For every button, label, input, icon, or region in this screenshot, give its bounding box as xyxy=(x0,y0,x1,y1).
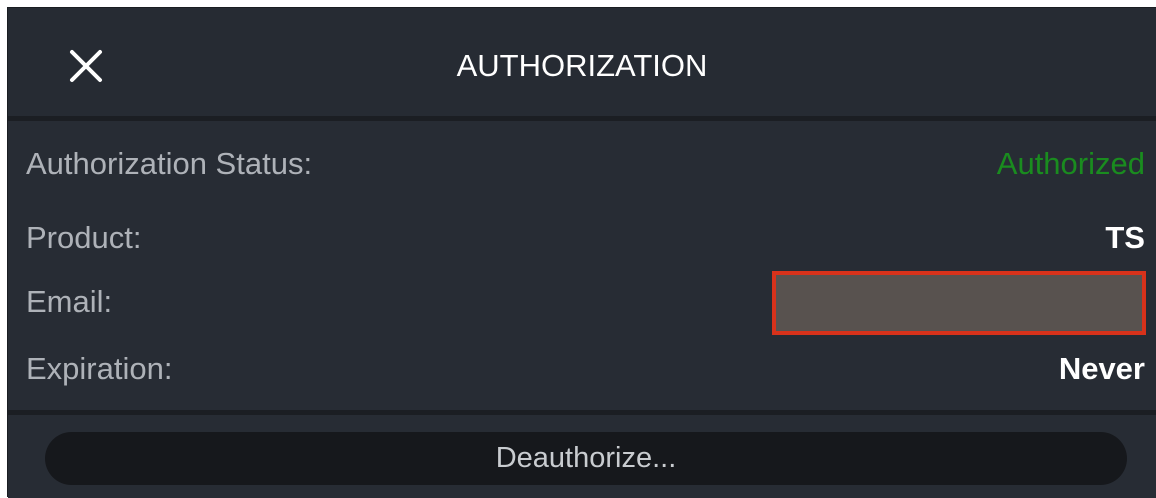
expiration-label: Expiration: xyxy=(26,351,173,386)
expiration-value: Never xyxy=(1058,351,1145,386)
dialog-title: AUTHORIZATION xyxy=(456,48,708,83)
email-redacted-box xyxy=(772,271,1146,335)
expiration-row: Expiration: Never xyxy=(8,334,1156,404)
product-value: TS xyxy=(1105,220,1145,255)
deauthorize-button[interactable]: Deauthorize... xyxy=(45,432,1127,485)
status-label: Authorization Status: xyxy=(26,146,313,181)
product-label: Product: xyxy=(26,220,142,255)
header-divider xyxy=(8,116,1156,121)
authorization-dialog: AUTHORIZATION Authorization Status: Auth… xyxy=(7,7,1156,498)
status-row: Authorization Status: Authorized xyxy=(8,129,1156,199)
status-value: Authorized xyxy=(996,146,1145,181)
dialog-header: AUTHORIZATION xyxy=(8,8,1156,116)
email-label: Email: xyxy=(26,284,113,319)
product-row: Product: TS xyxy=(8,203,1156,273)
dialog-footer: Deauthorize... xyxy=(8,415,1156,498)
